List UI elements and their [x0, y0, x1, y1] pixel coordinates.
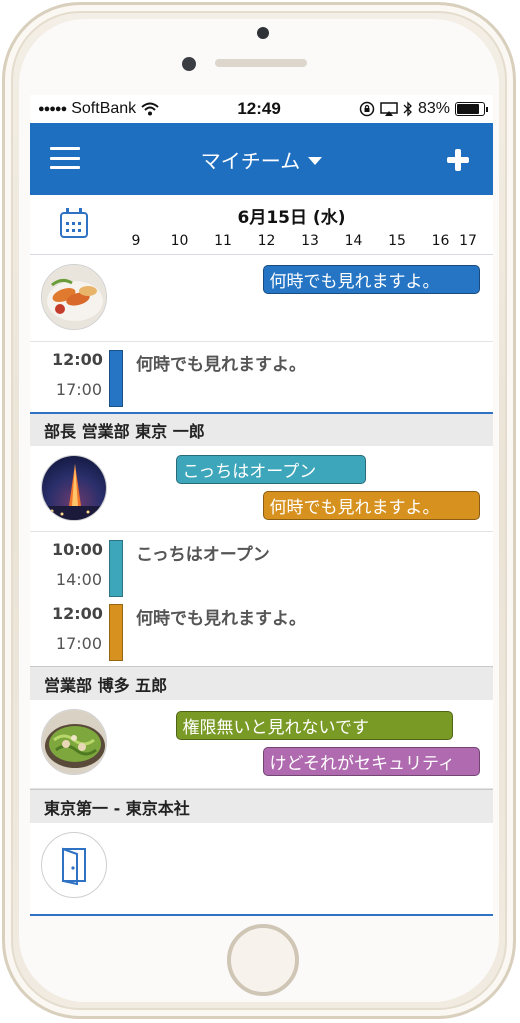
signal-icon: ●●●●● — [38, 103, 67, 115]
hour-label: 16 — [431, 233, 450, 249]
event-start-time: 12:00 — [52, 350, 103, 369]
schedule-tag[interactable]: けどそれがセキュリティ — [262, 747, 480, 776]
hour-label: 12 — [257, 233, 276, 249]
door-icon[interactable] — [41, 832, 107, 898]
battery-level — [457, 104, 479, 114]
date-header: 6月15日 (水) 9 10 11 12 13 14 15 16 17 — [30, 195, 493, 255]
event-item[interactable]: 12:00 17:00 何時でも見れますよ。 — [30, 596, 493, 666]
schedule-tag[interactable]: 権限無いと見れないです — [175, 711, 453, 740]
member-row: 何時でも見れますよ。 — [30, 255, 493, 342]
food-dish-avatar[interactable] — [41, 709, 107, 775]
event-start-time: 12:00 — [52, 604, 103, 623]
nav-title: マイチーム — [200, 148, 301, 173]
hour-label: 17 — [459, 233, 477, 249]
event-color-bar — [109, 604, 123, 661]
schedule-tag[interactable]: 何時でも見れますよ。 — [262, 265, 480, 294]
hour-label: 15 — [388, 233, 406, 249]
home-button[interactable] — [227, 924, 299, 996]
hour-label: 11 — [214, 233, 232, 249]
hour-label: 14 — [344, 233, 363, 249]
hour-label: 10 — [170, 233, 189, 249]
tokyo-tower-avatar[interactable] — [41, 455, 107, 521]
event-start-time: 10:00 — [52, 540, 103, 559]
schedule-tag[interactable]: こっちはオープン — [175, 455, 366, 484]
team-selector[interactable]: マイチーム — [200, 145, 323, 174]
add-icon[interactable] — [447, 149, 469, 171]
member-row: こっちはオープン 何時でも見れますよ。 — [30, 446, 493, 532]
event-end-time: 14:00 — [55, 570, 102, 589]
hour-scale: 9 10 11 12 13 14 15 16 17 — [30, 233, 493, 251]
hour-label: 9 — [131, 233, 141, 249]
room-header: 東京第一 - 東京本社 — [30, 789, 493, 823]
member-header: 営業部 博多 五郎 — [30, 666, 493, 700]
event-title: 何時でも見れますよ。 — [136, 355, 306, 375]
schedule-tag[interactable]: 何時でも見れますよ。 — [262, 491, 480, 520]
screen: ●●●●● SoftBank 12:49 83% マイチーム 6月15日 (水)… — [30, 95, 493, 916]
carrier-name: SoftBank — [71, 100, 137, 117]
member-row: 権限無いと見れないです けどそれがセキュリティ — [30, 700, 493, 789]
nav-bar: マイチーム — [30, 123, 493, 195]
event-item[interactable]: 10:00 14:00 こっちはオープン — [30, 532, 493, 597]
event-title: こっちはオープン — [136, 545, 270, 565]
event-color-bar — [109, 540, 123, 597]
airplay-icon — [380, 101, 398, 116]
front-camera — [257, 27, 269, 39]
status-time: 12:49 — [237, 99, 281, 118]
member-header: 部長 営業部 東京 一郎 — [30, 412, 493, 446]
earpiece-speaker — [215, 59, 307, 67]
room-row — [30, 823, 493, 909]
proximity-sensor — [182, 57, 196, 71]
event-title: 何時でも見れますよ。 — [136, 609, 306, 629]
event-end-time: 17:00 — [55, 634, 102, 653]
hour-label: 13 — [301, 233, 319, 249]
menu-icon[interactable] — [50, 147, 80, 169]
event-color-bar — [109, 350, 123, 407]
wifi-icon — [141, 102, 159, 116]
battery-icon — [455, 102, 488, 116]
battery-percent: 83% — [417, 100, 450, 117]
food-photo-avatar[interactable] — [41, 264, 107, 330]
bluetooth-icon — [403, 101, 412, 117]
caret-down-icon — [308, 156, 323, 165]
current-date[interactable]: 6月15日 (水) — [30, 203, 493, 228]
event-item[interactable]: 12:00 17:00 何時でも見れますよ。 — [30, 342, 493, 412]
status-bar: ●●●●● SoftBank 12:49 83% — [30, 95, 493, 123]
event-end-time: 17:00 — [55, 380, 102, 399]
rotation-lock-icon — [359, 101, 375, 117]
